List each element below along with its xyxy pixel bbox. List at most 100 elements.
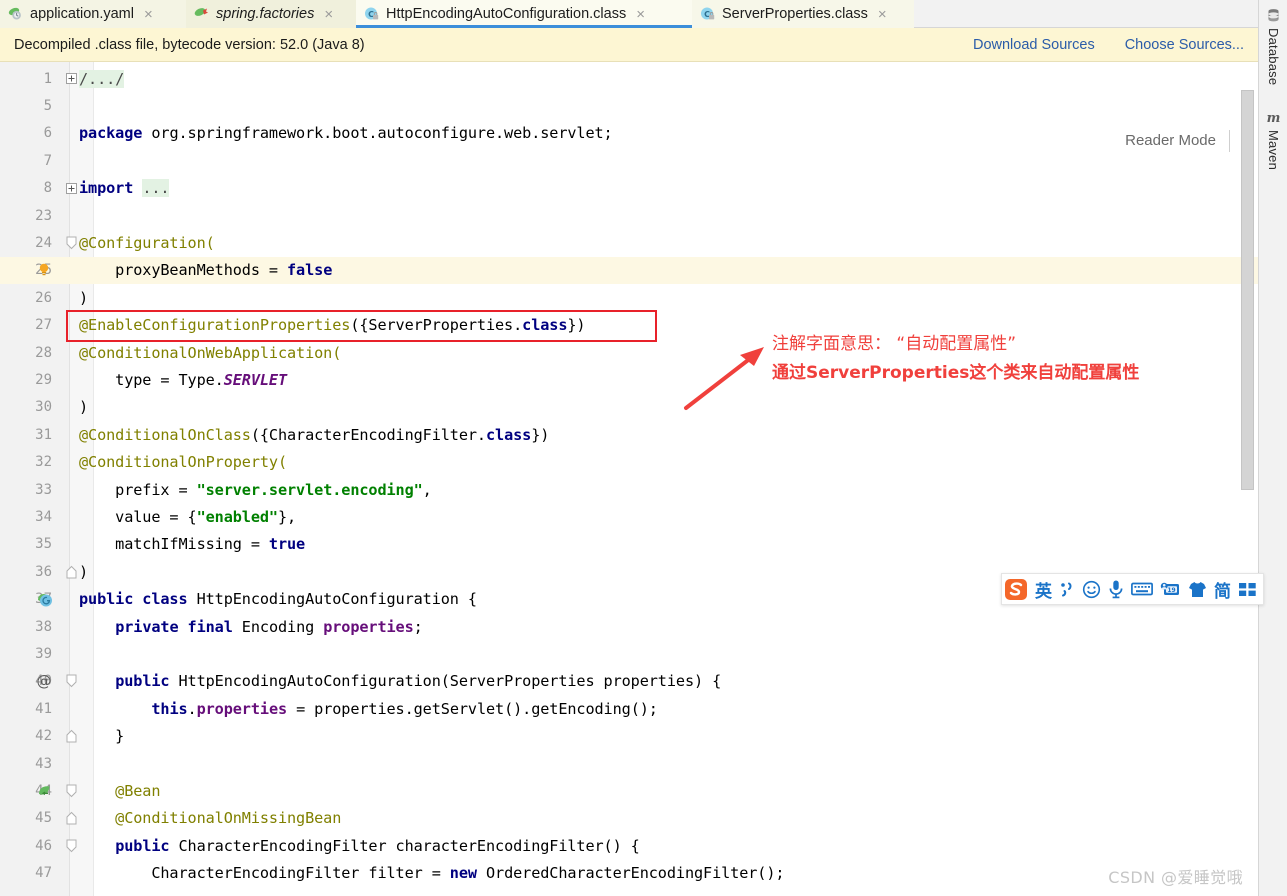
calendar-icon[interactable]: 19	[1160, 580, 1181, 598]
code-text[interactable]: public class HttpEncodingAutoConfigurati…	[79, 590, 477, 608]
gutter-bean-green-icon[interactable]	[34, 781, 54, 801]
editor-tab-close-icon[interactable]: ×	[634, 7, 647, 22]
code-text[interactable]: import ...	[79, 179, 170, 198]
code-content[interactable]: 1 /.../ 5 6 package org.springframework.boot…	[0, 62, 1258, 896]
annotation-line-1: 注解字面意思： “自动配置属性”	[772, 334, 1017, 354]
code-text[interactable]: package org.springframework.boot.autocon…	[79, 124, 613, 142]
line-number: 27	[35, 317, 52, 334]
code-text[interactable]: proxyBeanMethods = false	[79, 261, 332, 279]
gutter-bean-blue-icon[interactable]	[34, 589, 54, 609]
editor-scrollbar-thumb[interactable]	[1241, 90, 1254, 490]
skin-icon[interactable]	[1188, 580, 1207, 599]
line-number: 6	[43, 125, 52, 142]
sogou-ime-toolbar[interactable]: 英 19 简	[1001, 573, 1264, 605]
maven-icon: m	[1266, 110, 1282, 126]
fold-up-icon[interactable]	[64, 565, 78, 579]
code-text[interactable]: @ConditionalOnMissingBean	[79, 809, 341, 827]
voice-input-icon[interactable]	[1108, 579, 1124, 599]
fold-down-icon[interactable]	[64, 236, 78, 250]
code-line[interactable]: 44 @Bean	[0, 777, 1258, 804]
code-text[interactable]: @Configuration(	[79, 234, 215, 252]
gutter-bulb-icon[interactable]	[34, 260, 54, 280]
code-text[interactable]: @Bean	[79, 782, 160, 800]
gutter-at-icon[interactable]: @	[34, 671, 54, 691]
java-class-file-icon: C	[364, 6, 380, 22]
simplified-chinese-button[interactable]: 简	[1214, 577, 1231, 602]
code-line[interactable]: 45 @ConditionalOnMissingBean	[0, 805, 1258, 832]
annotation-line-2: 通过ServerProperties这个类来自动配置属性	[772, 363, 1140, 383]
code-line[interactable]: 8 import ...	[0, 175, 1258, 202]
code-text[interactable]: )	[79, 289, 88, 307]
fold-down-icon[interactable]	[64, 674, 78, 688]
fold-plus-icon[interactable]	[64, 181, 78, 195]
code-text[interactable]: @EnableConfigurationProperties({ServerPr…	[79, 316, 586, 334]
right-sidebar-item-database[interactable]: Database	[1259, 8, 1287, 85]
code-line[interactable]: 39	[0, 640, 1258, 667]
code-line[interactable]: 41 this.properties = properties.getServl…	[0, 695, 1258, 722]
editor-tab-close-icon[interactable]: ×	[322, 7, 335, 22]
fold-plus-icon[interactable]	[64, 72, 78, 86]
download-sources-link[interactable]: Download Sources	[973, 37, 1095, 53]
code-text[interactable]: type = Type.SERVLET	[79, 371, 287, 389]
code-line[interactable]: 25 proxyBeanMethods = false	[0, 256, 1258, 285]
line-number: 23	[35, 207, 52, 224]
choose-sources-link[interactable]: Choose Sources...	[1125, 37, 1244, 53]
code-text[interactable]: matchIfMissing = true	[79, 535, 305, 553]
code-text[interactable]: )	[79, 398, 88, 416]
fold-down-icon[interactable]	[64, 839, 78, 853]
code-text[interactable]: @ConditionalOnProperty(	[79, 453, 287, 471]
editor-tab-3[interactable]: C HttpEncodingAutoConfiguration.class ×	[356, 0, 692, 28]
right-sidebar-item-maven[interactable]: m Maven	[1259, 110, 1287, 170]
sogou-logo-icon[interactable]	[1004, 578, 1028, 601]
code-text[interactable]: private final Encoding properties;	[79, 618, 423, 636]
code-line[interactable]: 46 public CharacterEncodingFilter charac…	[0, 832, 1258, 859]
code-line[interactable]: 5	[0, 92, 1258, 119]
code-line[interactable]: 26)	[0, 284, 1258, 311]
code-line[interactable]: 43	[0, 750, 1258, 777]
editor-tab-close-icon[interactable]: ×	[142, 7, 155, 22]
punctuation-toggle-icon[interactable]	[1059, 580, 1075, 598]
code-line[interactable]: 24 @Configuration(	[0, 229, 1258, 256]
code-text[interactable]: CharacterEncodingFilter filter = new Ord…	[79, 864, 784, 882]
code-text[interactable]: @ConditionalOnWebApplication(	[79, 344, 341, 362]
editor-tab-4[interactable]: C ServerProperties.class ×	[692, 0, 914, 28]
editor-tab-1[interactable]: application.yaml ×	[0, 0, 186, 28]
soft-keyboard-icon[interactable]	[1131, 581, 1153, 597]
code-line[interactable]: 7	[0, 147, 1258, 174]
code-text[interactable]: this.properties = properties.getServlet(…	[79, 700, 658, 718]
fold-down-icon[interactable]	[64, 784, 78, 798]
code-line[interactable]: 38 private final Encoding properties;	[0, 613, 1258, 640]
code-text[interactable]: )	[79, 563, 88, 581]
apps-grid-icon[interactable]	[1238, 581, 1257, 598]
code-editor[interactable]: 1 /.../ 5 6 package org.springframework.boot…	[0, 62, 1258, 896]
code-text[interactable]: value = {"enabled"},	[79, 508, 296, 526]
code-text[interactable]: prefix = "server.servlet.encoding",	[79, 481, 432, 499]
fold-up-icon[interactable]	[64, 729, 78, 743]
editor-tab-2[interactable]: spring.factories ×	[186, 0, 356, 28]
code-line[interactable]: 47 CharacterEncodingFilter filter = new …	[0, 860, 1258, 887]
code-text[interactable]: /.../	[79, 69, 124, 88]
reader-mode-label[interactable]: Reader Mode	[1125, 132, 1216, 149]
code-line[interactable]: 23	[0, 202, 1258, 229]
fold-up-icon[interactable]	[64, 811, 78, 825]
right-sidebar-item-label: Database	[1266, 28, 1281, 86]
code-line[interactable]: 34 value = {"enabled"},	[0, 503, 1258, 530]
emoji-icon[interactable]	[1082, 580, 1101, 599]
code-line[interactable]: 6 package org.springframework.boot.autoco…	[0, 120, 1258, 147]
code-text[interactable]: @ConditionalOnClass({CharacterEncodingFi…	[79, 426, 549, 444]
code-line[interactable]: 35 matchIfMissing = true	[0, 531, 1258, 558]
code-line[interactable]: 30)	[0, 394, 1258, 421]
line-number: 32	[35, 454, 52, 471]
english-mode-button[interactable]: 英	[1035, 577, 1052, 602]
code-line[interactable]: 31 @ConditionalOnClass({CharacterEncoding…	[0, 421, 1258, 448]
code-line[interactable]: 32 @ConditionalOnProperty(	[0, 449, 1258, 476]
editor-tab-close-icon[interactable]: ×	[876, 7, 889, 22]
code-line[interactable]: 33 prefix = "server.servlet.encoding",	[0, 476, 1258, 503]
code-line[interactable]: 40 @ public HttpEncodingAutoConfiguration…	[0, 668, 1258, 695]
line-number: 46	[35, 837, 52, 854]
code-text[interactable]: public CharacterEncodingFilter character…	[79, 837, 640, 855]
code-text[interactable]: public HttpEncodingAutoConfiguration(Ser…	[79, 672, 721, 690]
code-line[interactable]: 1 /.../	[0, 65, 1258, 92]
code-line[interactable]: 42 }	[0, 723, 1258, 750]
code-text[interactable]: }	[79, 727, 124, 745]
